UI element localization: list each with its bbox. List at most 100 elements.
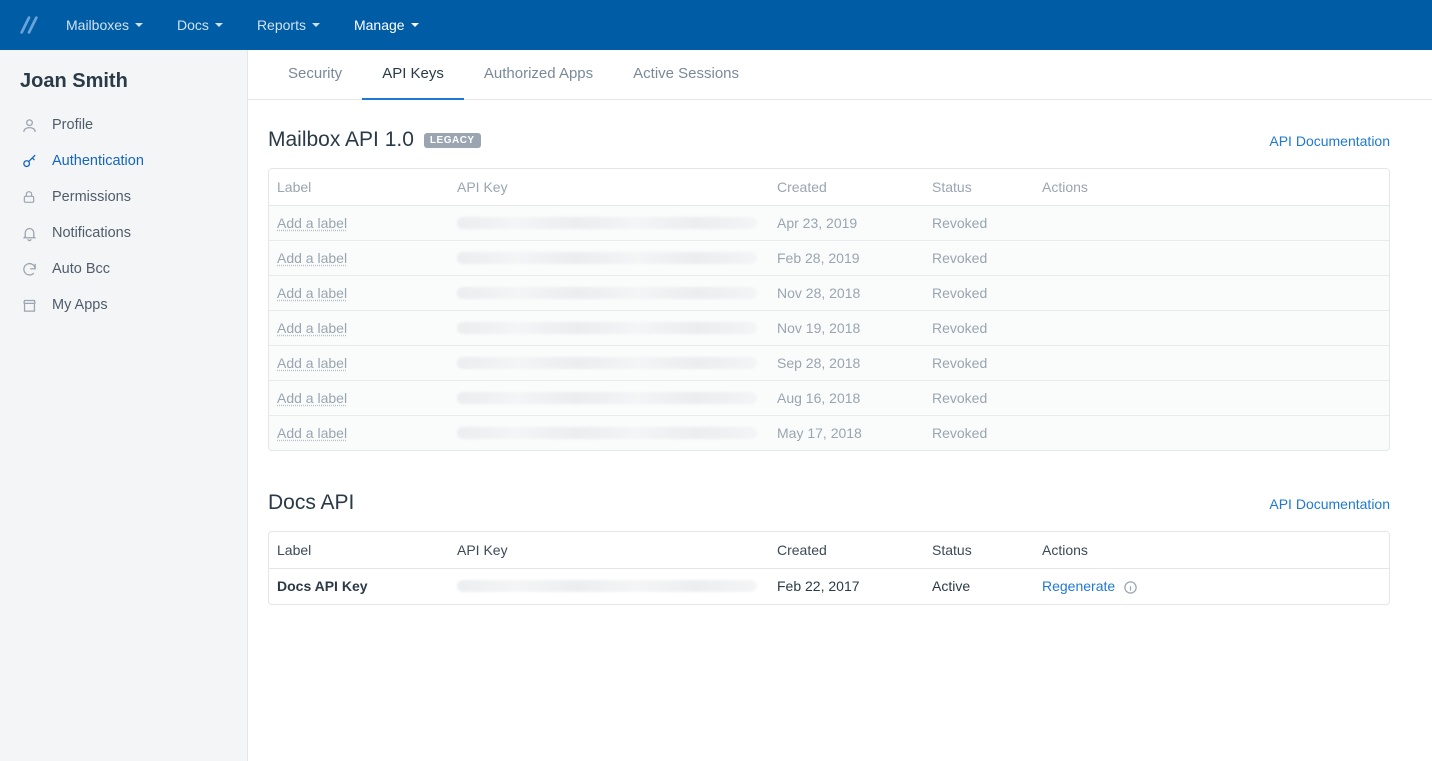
lock-icon xyxy=(20,188,38,206)
bell-icon xyxy=(20,224,38,242)
add-label-link[interactable]: Add a label xyxy=(277,250,347,266)
sidebar-item-permissions[interactable]: Permissions xyxy=(0,179,247,215)
table-row: Add a label Apr 23, 2019Revoked xyxy=(269,206,1389,240)
table-row: Add a label May 17, 2018Revoked xyxy=(269,415,1389,450)
mailbox-api-table: Label API Key Created Status Actions Add… xyxy=(268,168,1390,451)
sidebar-item-label: Authentication xyxy=(52,153,144,169)
main: SecurityAPI KeysAuthorized AppsActive Se… xyxy=(248,50,1432,761)
mailbox-api-doc-link[interactable]: API Documentation xyxy=(1269,133,1390,149)
col-api-key: API Key xyxy=(449,532,769,569)
info-icon[interactable] xyxy=(1123,580,1138,595)
status-cell: Active xyxy=(924,569,1034,604)
actions-cell xyxy=(1034,310,1389,345)
topnav-item-mailboxes[interactable]: Mailboxes xyxy=(66,17,143,33)
table-row: Add a label Sep 28, 2018Revoked xyxy=(269,345,1389,380)
add-label-link[interactable]: Add a label xyxy=(277,425,347,441)
status-cell: Revoked xyxy=(924,240,1034,275)
col-actions: Actions xyxy=(1034,169,1389,206)
col-status: Status xyxy=(924,532,1034,569)
actions-cell xyxy=(1034,415,1389,450)
topnav-item-reports[interactable]: Reports xyxy=(257,17,320,33)
created-cell: May 17, 2018 xyxy=(769,415,924,450)
sidebar: Joan Smith Profile Authentication Permissi… xyxy=(0,50,248,761)
tab-security[interactable]: Security xyxy=(268,50,362,100)
api-key-obscured xyxy=(457,252,757,264)
created-cell: Apr 23, 2019 xyxy=(769,206,924,240)
add-label-link[interactable]: Add a label xyxy=(277,215,347,231)
sidebar-item-label: My Apps xyxy=(52,297,108,313)
topnav-label: Docs xyxy=(177,17,209,33)
table-row: Add a label Nov 28, 2018Revoked xyxy=(269,275,1389,310)
sidebar-item-my-apps[interactable]: My Apps xyxy=(0,287,247,323)
sidebar-item-auto-bcc[interactable]: Auto Bcc xyxy=(0,251,247,287)
actions-cell xyxy=(1034,240,1389,275)
mailbox-api-title: Mailbox API 1.0 LEGACY xyxy=(268,128,481,152)
docs-api-doc-link[interactable]: API Documentation xyxy=(1269,496,1390,512)
sidebar-item-label: Notifications xyxy=(52,225,131,241)
created-cell: Feb 28, 2019 xyxy=(769,240,924,275)
status-cell: Revoked xyxy=(924,415,1034,450)
sidebar-item-authentication[interactable]: Authentication xyxy=(0,143,247,179)
topnav-label: Manage xyxy=(354,17,405,33)
created-cell: Sep 28, 2018 xyxy=(769,345,924,380)
sidebar-item-label: Profile xyxy=(52,117,93,133)
logo-icon[interactable] xyxy=(18,14,40,36)
sub-nav-tabs: SecurityAPI KeysAuthorized AppsActive Se… xyxy=(248,50,1432,100)
col-status: Status xyxy=(924,169,1034,206)
api-key-obscured xyxy=(457,287,757,299)
topnav-label: Mailboxes xyxy=(66,17,129,33)
docs-api-section: Docs API API Documentation Label API Key… xyxy=(248,463,1410,617)
topnav-item-manage[interactable]: Manage xyxy=(354,17,419,33)
table-row: Docs API KeyFeb 22, 2017ActiveRegenerate xyxy=(269,569,1389,604)
api-key-obscured xyxy=(457,580,757,592)
tab-api-keys[interactable]: API Keys xyxy=(362,50,464,100)
col-created: Created xyxy=(769,169,924,206)
created-cell: Nov 19, 2018 xyxy=(769,310,924,345)
chevron-down-icon xyxy=(411,23,419,27)
legacy-badge: LEGACY xyxy=(424,133,481,148)
topnav-item-docs[interactable]: Docs xyxy=(177,17,223,33)
created-cell: Aug 16, 2018 xyxy=(769,380,924,415)
table-row: Add a label Aug 16, 2018Revoked xyxy=(269,380,1389,415)
tab-active-sessions[interactable]: Active Sessions xyxy=(613,50,759,100)
api-key-obscured xyxy=(457,357,757,369)
status-cell: Revoked xyxy=(924,275,1034,310)
status-cell: Revoked xyxy=(924,380,1034,415)
api-key-obscured xyxy=(457,392,757,404)
status-cell: Revoked xyxy=(924,345,1034,380)
tab-authorized-apps[interactable]: Authorized Apps xyxy=(464,50,613,100)
mailbox-api-section: Mailbox API 1.0 LEGACY API Documentation… xyxy=(248,100,1410,463)
top-nav: Mailboxes Docs Reports Manage xyxy=(0,0,1432,50)
regenerate-link[interactable]: Regenerate xyxy=(1042,578,1115,594)
sidebar-item-label: Permissions xyxy=(52,189,131,205)
api-key-obscured xyxy=(457,322,757,334)
add-label-link[interactable]: Add a label xyxy=(277,355,347,371)
actions-cell xyxy=(1034,275,1389,310)
sidebar-item-profile[interactable]: Profile xyxy=(0,107,247,143)
table-row: Add a label Nov 19, 2018Revoked xyxy=(269,310,1389,345)
actions-cell xyxy=(1034,380,1389,415)
status-cell: Revoked xyxy=(924,310,1034,345)
sidebar-title: Joan Smith xyxy=(0,70,247,107)
table-row: Add a label Feb 28, 2019Revoked xyxy=(269,240,1389,275)
sidebar-item-label: Auto Bcc xyxy=(52,261,110,277)
store-icon xyxy=(20,296,38,314)
actions-cell xyxy=(1034,345,1389,380)
created-cell: Feb 22, 2017 xyxy=(769,569,924,604)
api-key-obscured xyxy=(457,217,757,229)
api-key-obscured xyxy=(457,427,757,439)
add-label-link[interactable]: Add a label xyxy=(277,285,347,301)
key-icon xyxy=(20,152,38,170)
actions-cell: Regenerate xyxy=(1034,569,1389,604)
add-label-link[interactable]: Add a label xyxy=(277,390,347,406)
sidebar-item-notifications[interactable]: Notifications xyxy=(0,215,247,251)
add-label-link[interactable]: Add a label xyxy=(277,320,347,336)
status-cell: Revoked xyxy=(924,206,1034,240)
chevron-down-icon xyxy=(135,23,143,27)
chevron-down-icon xyxy=(312,23,320,27)
topnav-label: Reports xyxy=(257,17,306,33)
loop-icon xyxy=(20,260,38,278)
created-cell: Nov 28, 2018 xyxy=(769,275,924,310)
docs-api-table: Label API Key Created Status Actions Doc… xyxy=(268,531,1390,605)
col-created: Created xyxy=(769,532,924,569)
